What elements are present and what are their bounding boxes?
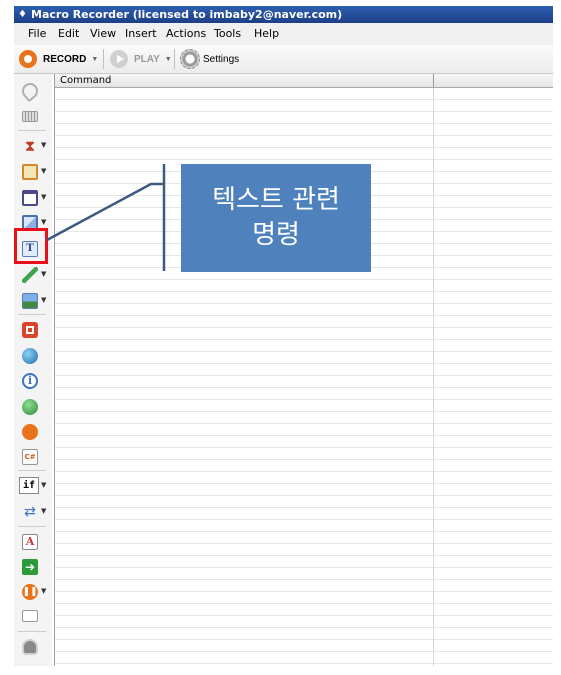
jump-action-button[interactable] bbox=[18, 396, 48, 418]
hourglass-icon: ⧗ bbox=[24, 137, 36, 155]
info-icon: i bbox=[22, 373, 38, 389]
stop-macro-button[interactable] bbox=[18, 636, 48, 658]
goto-action-button[interactable]: ➔ bbox=[18, 556, 48, 578]
eyedropper-icon bbox=[22, 267, 38, 283]
printer-icon bbox=[22, 164, 38, 180]
toolbar-separator bbox=[18, 631, 46, 632]
chevron-down-icon[interactable]: ▼ bbox=[41, 141, 46, 149]
gear-icon bbox=[180, 49, 200, 69]
action-toolbar: ⧗ ▼ ▼ ▼ ▼ T ▼ ▼ i C# if ▼ ⇄ ▼ A ➔ ❚❚ ▼ bbox=[14, 74, 52, 666]
menu-view[interactable]: View bbox=[90, 27, 116, 40]
command-grid[interactable]: Command bbox=[54, 74, 553, 666]
color-action-button[interactable]: ▼ bbox=[18, 264, 48, 286]
toolbar-separator bbox=[18, 470, 46, 471]
app-icon: ♦ bbox=[18, 9, 27, 20]
highlight-box bbox=[14, 228, 48, 264]
comment-action-button[interactable] bbox=[18, 607, 48, 629]
pause-icon: ❚❚ bbox=[22, 584, 38, 600]
play-icon bbox=[110, 50, 128, 68]
bell-icon bbox=[22, 639, 38, 655]
power-action-button[interactable] bbox=[18, 319, 48, 341]
menu-bar: File Edit View Insert Actions Tools Help bbox=[14, 23, 553, 45]
keyboard-icon bbox=[22, 111, 38, 122]
globe-icon bbox=[22, 348, 38, 364]
chevron-down-icon[interactable]: ▼ bbox=[41, 587, 46, 595]
toolbar-separator bbox=[18, 130, 46, 131]
callout-box: 텍스트 관련 명령 bbox=[181, 164, 371, 272]
chevron-down-icon[interactable]: ▼ bbox=[41, 167, 46, 175]
up-arrow-icon bbox=[22, 399, 38, 415]
menu-insert[interactable]: Insert bbox=[125, 27, 157, 40]
window-title: Macro Recorder (licensed to imbaby2@nave… bbox=[31, 8, 343, 21]
print-action-button[interactable]: ▼ bbox=[18, 161, 48, 183]
menu-help[interactable]: Help bbox=[254, 27, 279, 40]
pause-action-button[interactable]: ❚❚ ▼ bbox=[18, 581, 48, 603]
toolbar-separator bbox=[174, 49, 175, 69]
label-action-button[interactable]: A bbox=[18, 531, 48, 553]
settings-button[interactable]: Settings bbox=[180, 48, 239, 70]
macro-recorder-window: ♦ Macro Recorder (licensed to imbaby2@na… bbox=[14, 6, 553, 666]
run-macro-button[interactable] bbox=[18, 421, 48, 443]
play-circle-icon bbox=[22, 424, 38, 440]
play-button[interactable]: PLAY ▼ bbox=[110, 48, 172, 70]
font-icon: A bbox=[22, 534, 38, 550]
image-action-button[interactable]: ▼ bbox=[18, 290, 48, 312]
keyboard-action-button[interactable] bbox=[18, 105, 48, 127]
toolbar-separator bbox=[103, 49, 104, 69]
callout-line-2: 명령 bbox=[252, 220, 300, 250]
window-action-button[interactable]: ▼ bbox=[18, 187, 48, 209]
toolbar-separator bbox=[18, 526, 46, 527]
mouse-action-button[interactable] bbox=[18, 79, 48, 103]
web-action-button[interactable] bbox=[18, 345, 48, 367]
if-action-button[interactable]: if ▼ bbox=[18, 475, 48, 497]
csharp-icon: C# bbox=[22, 449, 38, 465]
callout-line-1: 텍스트 관련 bbox=[212, 185, 340, 215]
column-divider[interactable] bbox=[433, 74, 434, 87]
main-toolbar: RECORD ▼ PLAY ▼ Settings bbox=[14, 45, 553, 74]
chevron-down-icon[interactable]: ▼ bbox=[41, 218, 46, 226]
record-label: RECORD bbox=[43, 53, 87, 65]
column-header-command[interactable]: Command bbox=[60, 74, 111, 87]
play-label: PLAY bbox=[134, 53, 160, 65]
loop-icon: ⇄ bbox=[24, 504, 36, 520]
info-action-button[interactable]: i bbox=[18, 370, 48, 392]
chevron-down-icon[interactable]: ▼ bbox=[41, 193, 46, 201]
menu-file[interactable]: File bbox=[28, 27, 46, 40]
chevron-down-icon[interactable]: ▼ bbox=[41, 270, 46, 278]
menu-edit[interactable]: Edit bbox=[58, 27, 79, 40]
toolbar-separator bbox=[18, 314, 46, 315]
wait-action-button[interactable]: ⧗ ▼ bbox=[18, 135, 48, 157]
csharp-action-button[interactable]: C# bbox=[18, 446, 48, 468]
settings-label: Settings bbox=[203, 53, 240, 65]
mouse-icon bbox=[18, 79, 42, 103]
chevron-down-icon[interactable]: ▼ bbox=[41, 507, 46, 515]
power-icon bbox=[22, 322, 38, 338]
record-button[interactable]: RECORD ▼ bbox=[19, 48, 98, 70]
title-bar: ♦ Macro Recorder (licensed to imbaby2@na… bbox=[14, 6, 553, 23]
menu-actions[interactable]: Actions bbox=[166, 27, 206, 40]
picture-icon bbox=[22, 293, 38, 309]
loop-action-button[interactable]: ⇄ ▼ bbox=[18, 501, 48, 523]
grid-header: Command bbox=[55, 74, 553, 88]
arrow-right-icon: ➔ bbox=[22, 559, 38, 575]
menu-tools[interactable]: Tools bbox=[214, 27, 241, 40]
chevron-down-icon[interactable]: ▼ bbox=[41, 481, 46, 489]
record-icon bbox=[19, 50, 37, 68]
window-icon bbox=[22, 190, 38, 206]
column-divider-line bbox=[433, 88, 434, 666]
if-label: if bbox=[19, 477, 39, 494]
record-dropdown-icon[interactable]: ▼ bbox=[91, 56, 98, 63]
comment-icon bbox=[22, 610, 38, 622]
play-dropdown-icon[interactable]: ▼ bbox=[165, 56, 172, 63]
chevron-down-icon[interactable]: ▼ bbox=[41, 296, 46, 304]
